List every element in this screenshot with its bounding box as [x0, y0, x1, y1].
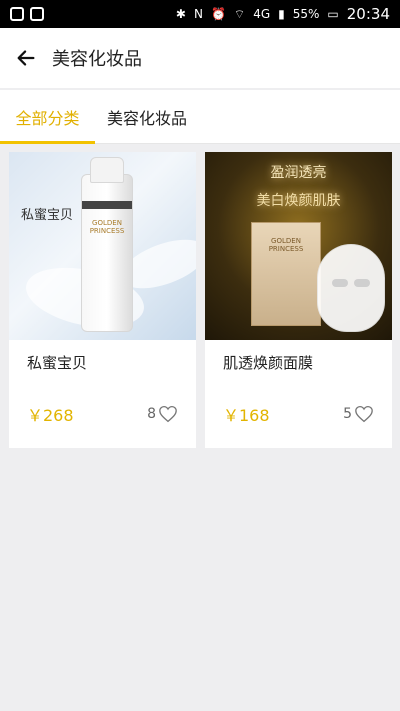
bluetooth-icon: ✱	[175, 7, 186, 21]
network-type: 4G	[253, 7, 271, 21]
product-name: 私蜜宝贝	[27, 354, 88, 372]
status-right: ✱ N ⏰ ⌔ 4G ▮ 55% ▭ 20:34	[176, 5, 390, 23]
heart-outline-icon	[159, 405, 177, 423]
like-count: 8	[147, 406, 156, 422]
like-count: 5	[343, 406, 352, 422]
mask-eye	[354, 279, 370, 287]
arrow-left-icon	[17, 50, 35, 66]
product-card[interactable]: 盈润透亮 美白焕颜肌肤 GOLDEN PRINCESS 肌透焕颜面膜 ￥168 …	[205, 152, 392, 448]
like-button[interactable]: 5	[343, 405, 374, 423]
app-s-icon	[30, 7, 44, 21]
battery-icon: ▭	[327, 7, 339, 21]
product-image[interactable]: 盈润透亮 美白焕颜肌肤 GOLDEN PRINCESS	[205, 152, 392, 340]
signal-icon: ▮	[278, 7, 285, 21]
product-image-title: 盈润透亮	[270, 165, 327, 181]
product-image[interactable]: 私蜜宝贝 GOLDEN PRINCESS	[9, 152, 196, 340]
app-bar: 美容化妆品	[0, 28, 400, 88]
product-price: ￥168	[223, 406, 270, 425]
product-meta: ￥268 8	[9, 380, 196, 448]
page-title: 美容化妆品	[52, 49, 142, 70]
mask-package: GOLDEN PRINCESS	[251, 222, 321, 326]
product-image-subtitle: 美白焕颜肌肤	[256, 193, 341, 209]
category-tabs: 全部分类 美容化妆品	[0, 90, 400, 144]
product-price: ￥268	[27, 406, 74, 425]
package-brand: GOLDEN PRINCESS	[268, 237, 304, 253]
status-left-icons	[10, 7, 44, 21]
alarm-icon: ⏰	[210, 7, 226, 21]
product-card[interactable]: 私蜜宝贝 GOLDEN PRINCESS 私蜜宝贝 ￥268 8	[9, 152, 196, 448]
bottle-label: GOLDEN PRINCESS	[89, 219, 125, 235]
status-bar: ✱ N ⏰ ⌔ 4G ▮ 55% ▭ 20:34	[0, 0, 400, 28]
like-button[interactable]: 8	[147, 405, 178, 423]
mask-eye	[332, 279, 348, 287]
status-time: 20:34	[346, 5, 390, 23]
nfc-icon: N	[193, 7, 203, 21]
product-name: 肌透焕颜面膜	[223, 354, 314, 372]
heart-outline-icon	[355, 405, 373, 423]
bottle-band	[82, 201, 132, 209]
bottle-cap	[90, 157, 124, 183]
product-image-text: 私蜜宝贝	[21, 208, 74, 223]
wifi-icon: ⌔	[233, 6, 246, 21]
face-mask-image	[317, 244, 385, 332]
product-bottle: GOLDEN PRINCESS	[81, 157, 133, 332]
gallery-icon	[10, 7, 24, 21]
battery-percent: 55%	[292, 7, 320, 21]
tab-beauty-cosmetics[interactable]: 美容化妆品	[95, 90, 187, 143]
tab-all-categories[interactable]: 全部分类	[0, 90, 95, 144]
product-grid: 私蜜宝贝 GOLDEN PRINCESS 私蜜宝贝 ￥268 8 盈润透亮 美白…	[0, 144, 400, 456]
back-button[interactable]	[0, 28, 52, 88]
product-meta: ￥168 5	[205, 380, 392, 448]
